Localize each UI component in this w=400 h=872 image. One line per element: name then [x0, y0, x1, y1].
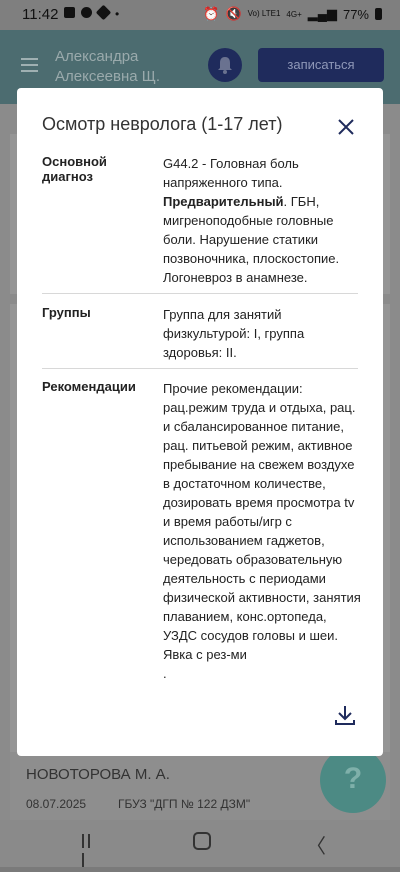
mute-icon: 🔇 [225, 6, 242, 21]
dialog-title: Осмотр невролога (1-17 лет) [42, 114, 283, 134]
battery-icon [375, 8, 382, 20]
user-name-line2: Алексеевна Щ. [55, 68, 161, 85]
dot-icon: • [115, 7, 120, 21]
user-name[interactable]: Александра Алексеевна Щ. [55, 47, 160, 87]
bell-icon [218, 57, 232, 74]
diagnosis-preliminary: Предварительный [163, 194, 284, 209]
status-bar: 11:42 • ⏰ 🔇 Vo) LTE1 4G+ ▂▄▆ 77% [0, 0, 400, 30]
doctor-name: НОВОТОРОВА М. А. [26, 766, 170, 783]
notification-icons: • [64, 4, 120, 21]
divider [42, 293, 358, 294]
help-button[interactable]: ? [320, 747, 386, 813]
close-icon [338, 119, 354, 135]
diagnosis-code: G44.2 - Головная боль напряженного типа. [163, 156, 299, 190]
section-label: Группы [42, 305, 91, 320]
section-label: Основной диагноз [42, 154, 107, 184]
close-button[interactable] [335, 116, 357, 138]
download-button[interactable] [333, 703, 357, 727]
status-time: 11:42 [22, 6, 59, 23]
clinic-name: ГБУЗ "ДГП № 122 ДЗМ" [118, 797, 251, 811]
groups-value: Группа для занятий физкультурой: I, груп… [163, 307, 305, 360]
system-nav-bar: 〈 [0, 820, 400, 867]
signal-icon: ▂▄▆ [307, 6, 337, 21]
divider [42, 368, 358, 369]
recommendations-value: Прочие рекомендации: рац.режим труда и о… [163, 381, 361, 681]
signup-button[interactable]: записаться [258, 48, 384, 82]
system-icons: ⏰ 🔇 Vo) LTE1 4G+ ▂▄▆ 77% [203, 6, 382, 22]
diagnosis-value: G44.2 - Головная боль напряженного типа.… [163, 154, 363, 287]
visit-date: 08.07.2025 [26, 797, 87, 811]
battery-percent: 77% [342, 6, 369, 22]
menu-icon[interactable] [21, 58, 38, 72]
notifications-button[interactable] [208, 48, 242, 82]
alarm-icon: ⏰ [203, 6, 220, 21]
recent-apps-icon[interactable] [82, 834, 98, 867]
pen-icon [95, 4, 112, 21]
back-icon[interactable]: 〈 [306, 830, 326, 859]
chat-icon [81, 7, 92, 18]
network-label: 4G+ [286, 9, 302, 19]
download-icon [335, 706, 355, 725]
gallery-icon [64, 7, 75, 18]
user-name-line1: Александра [55, 48, 139, 65]
home-icon[interactable] [193, 832, 211, 850]
section-label: Рекомендации [42, 379, 136, 394]
visit-details-dialog: Осмотр невролога (1-17 лет) Основной диа… [17, 88, 383, 756]
carrier-label: Vo) LTE1 [247, 9, 281, 18]
